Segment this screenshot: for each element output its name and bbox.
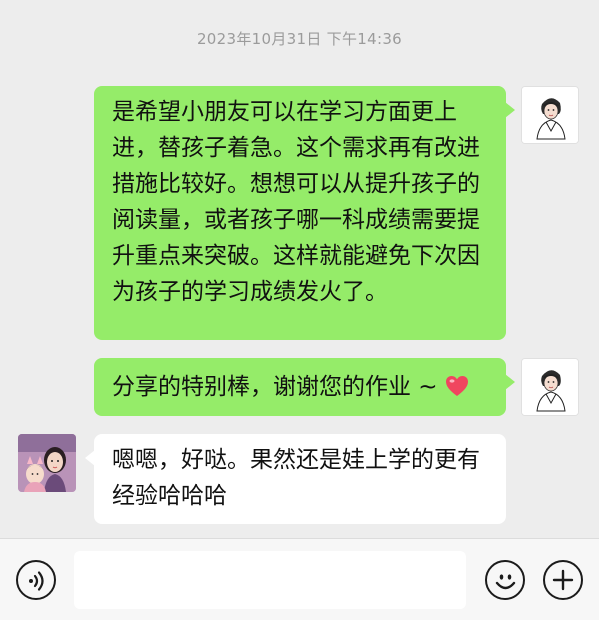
- more-options-button[interactable]: [543, 560, 583, 600]
- chat-area: 2023年10月31日 下午14:36 是希望小朋友可以在学习方面更上进，替孩子…: [0, 0, 599, 538]
- voice-button[interactable]: [16, 560, 56, 600]
- plus-icon: [552, 569, 574, 591]
- self-avatar-image: [522, 359, 578, 415]
- outgoing-message-bubble[interactable]: 分享的特别棒，谢谢您的作业 ~: [94, 358, 515, 416]
- message-text: 是希望小朋友可以在学习方面更上进，替孩子着急。这个需求再有改进措施比较好。想想可…: [112, 99, 480, 305]
- self-avatar[interactable]: [521, 86, 579, 144]
- self-avatar-image: [522, 87, 578, 143]
- self-avatar[interactable]: [521, 358, 579, 416]
- voice-icon: [29, 571, 44, 591]
- contact-avatar-image: [18, 434, 76, 492]
- incoming-message-bubble[interactable]: 嗯嗯，好哒。果然还是娃上学的更有经验哈哈哈: [85, 434, 506, 524]
- message-timestamp: 2023年10月31日 下午14:36: [196, 30, 403, 48]
- contact-avatar[interactable]: [18, 434, 76, 492]
- message-text: 嗯嗯，好哒。果然还是娃上学的更有经验哈哈哈: [112, 447, 480, 509]
- heart-icon: [445, 372, 469, 396]
- message-input[interactable]: [74, 551, 466, 609]
- outgoing-message-bubble[interactable]: 是希望小朋友可以在学习方面更上进，替孩子着急。这个需求再有改进措施比较好。想想可…: [94, 86, 515, 340]
- emoji-button[interactable]: [485, 560, 525, 600]
- message-input-bar: [0, 538, 599, 620]
- smiley-icon: [495, 574, 516, 590]
- message-text: 分享的特别棒，谢谢您的作业 ~: [112, 374, 438, 400]
